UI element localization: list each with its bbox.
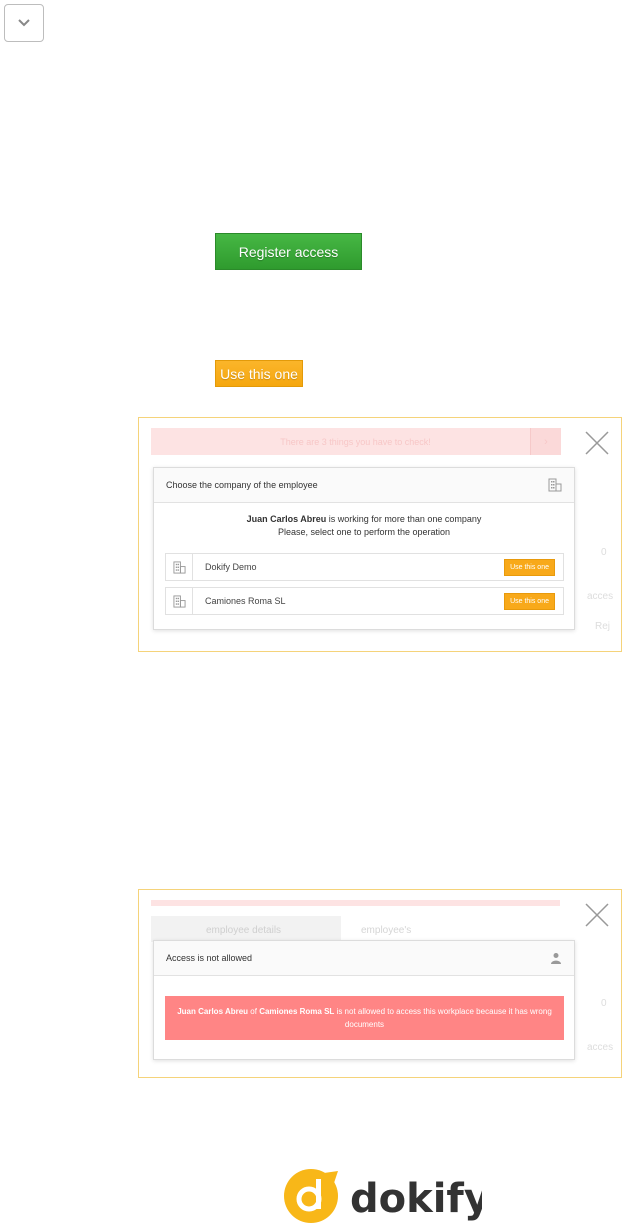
building-icon (172, 594, 186, 608)
chevron-down-icon (18, 19, 30, 27)
building-icon (548, 478, 562, 492)
brand-name: dokify (350, 1176, 482, 1222)
employee-name: Juan Carlos Abreu (246, 514, 327, 524)
close-icon[interactable] (584, 902, 610, 928)
access-denied-screenshot: employee details employee's acces 0 Acce… (138, 889, 622, 1078)
dialog-title: Choose the company of the employee (166, 480, 318, 490)
background-label: acces (587, 591, 614, 602)
tab-label: employee details (206, 925, 282, 936)
collapse-button[interactable] (4, 4, 44, 42)
message-text: of (248, 1007, 260, 1016)
close-icon[interactable] (584, 430, 610, 456)
access-denied-message: Juan Carlos Abreu of Camiones Roma SL is… (165, 996, 564, 1040)
tab-label: employee's (361, 925, 412, 936)
building-icon (172, 560, 186, 574)
dialog-header: Access is not allowed (154, 941, 574, 976)
alert-arrow: › (530, 428, 561, 455)
tab-employee-details: employee details (151, 916, 341, 942)
background-label: 0 (601, 547, 607, 558)
background-label: 0 (601, 998, 607, 1009)
dialog-message: Juan Carlos Abreu is working for more th… (154, 513, 574, 539)
dialog-title: Access is not allowed (166, 953, 253, 963)
use-this-one-button[interactable]: Use this one (504, 558, 555, 576)
message-instruction: Please, select one to perform the operat… (277, 527, 451, 537)
company-row: Camiones Roma SL Use this one (165, 587, 564, 615)
user-icon (551, 953, 561, 964)
dialog-header: Choose the company of the employee (154, 468, 574, 503)
company-row: Dokify Demo Use this one (165, 553, 564, 581)
background-label: acces (587, 1042, 614, 1053)
access-denied-dialog: Access is not allowed Juan Carlos Abreu … (153, 940, 575, 1060)
dokify-logo: dokify (282, 1167, 490, 1225)
register-access-button[interactable]: Register access (215, 233, 362, 270)
company-name: Camiones Roma SL (259, 1007, 335, 1016)
employee-name: Juan Carlos Abreu (177, 1007, 249, 1016)
background-label: Rej (595, 621, 611, 632)
use-this-one-button[interactable]: Use this one (215, 360, 303, 387)
message-text: is not allowed to access this workplace … (334, 1007, 552, 1029)
company-name: Dokify Demo (205, 562, 257, 572)
logo-mark: dokify (284, 1169, 490, 1223)
company-name: Camiones Roma SL (205, 596, 286, 606)
message-text: is working for more than one company (326, 514, 482, 524)
alert-bar: There are 3 things you have to check! (151, 428, 560, 455)
choose-company-screenshot: There are 3 things you have to check! › … (138, 417, 622, 652)
alert-strip (151, 900, 560, 906)
use-this-one-button[interactable]: Use this one (504, 592, 555, 610)
choose-company-dialog: Choose the company of the employee Juan … (153, 467, 575, 630)
